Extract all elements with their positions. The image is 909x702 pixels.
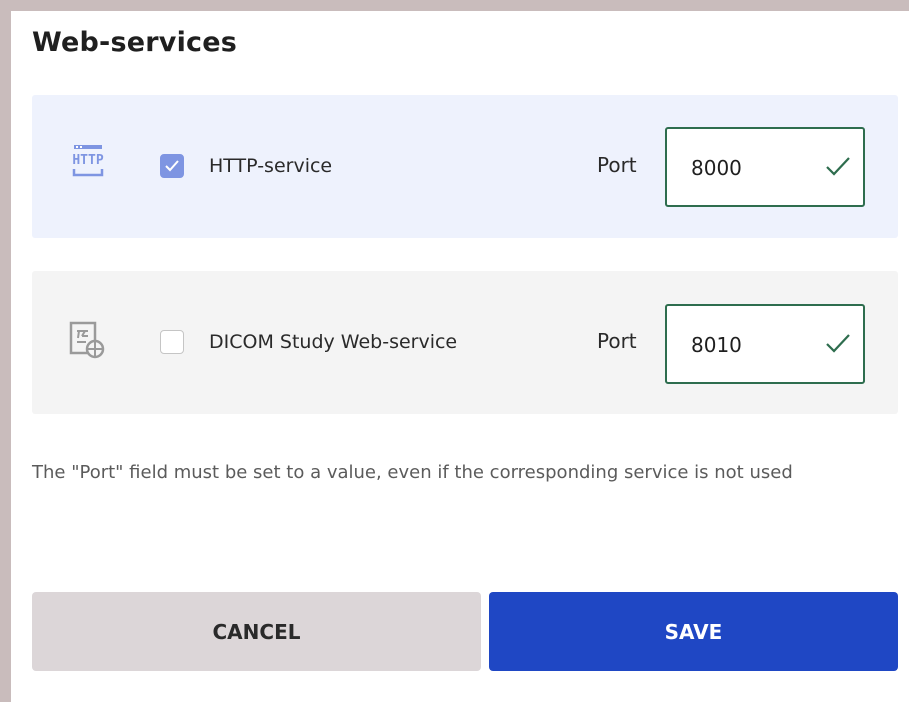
http-service-label: HTTP-service — [209, 155, 333, 177]
dicom-port-value: 8010 — [691, 333, 742, 357]
http-port-input[interactable]: 8000 — [665, 127, 865, 207]
http-port-label: Port — [597, 153, 637, 177]
http-service-checkbox[interactable] — [160, 154, 184, 178]
http-port-value: 8000 — [691, 156, 742, 180]
port-requirement-note: The "Port" field must be set to a value,… — [32, 462, 793, 483]
dicom-port-input[interactable]: 8010 — [665, 304, 865, 384]
window-border-left — [0, 0, 11, 702]
dicom-service-checkbox[interactable] — [160, 330, 184, 354]
checkmark-icon — [165, 160, 179, 172]
window-border-top — [0, 0, 909, 11]
http-icon: HTTP — [68, 142, 108, 182]
web-services-dialog: Web-services HTTP HTTP-service Port 8000 — [0, 0, 909, 702]
dialog-title: Web-services — [32, 27, 238, 58]
dicom-study-icon — [68, 320, 108, 360]
dicom-port-label: Port — [597, 329, 637, 353]
dicom-service-card: DICOM Study Web-service Port 8010 — [32, 271, 898, 414]
dicom-service-label: DICOM Study Web-service — [209, 331, 458, 353]
svg-text:HTTP: HTTP — [72, 153, 103, 168]
save-button[interactable]: SAVE — [489, 592, 898, 671]
valid-check-icon — [826, 334, 850, 353]
cancel-button[interactable]: CANCEL — [32, 592, 481, 671]
valid-check-icon — [826, 157, 850, 176]
http-service-card: HTTP HTTP-service Port 8000 — [32, 95, 898, 238]
